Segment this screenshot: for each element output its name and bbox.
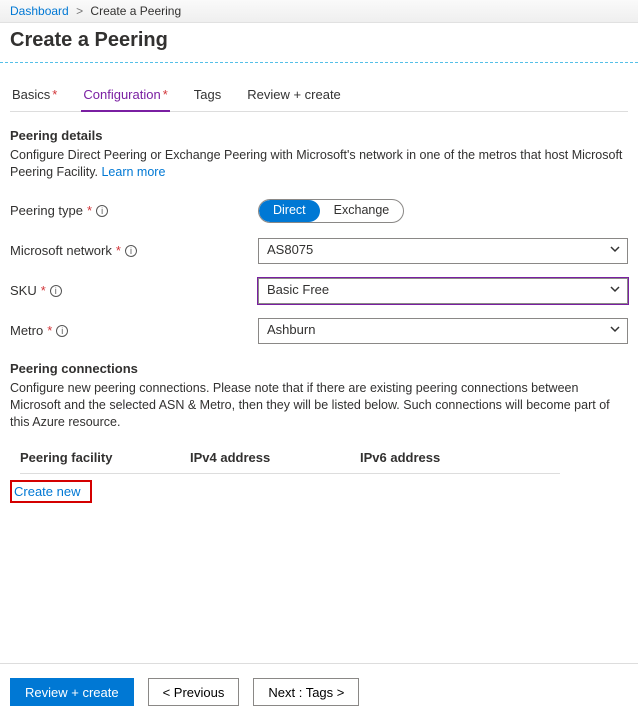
- previous-button[interactable]: < Previous: [148, 678, 240, 706]
- info-icon[interactable]: i: [96, 205, 108, 217]
- breadcrumb: Dashboard > Create a Peering: [0, 0, 638, 23]
- sku-label: SKU: [10, 283, 37, 298]
- breadcrumb-root[interactable]: Dashboard: [10, 4, 69, 18]
- peering-details-desc: Configure Direct Peering or Exchange Pee…: [10, 147, 628, 181]
- connections-heading: Peering connections: [10, 361, 628, 376]
- create-new-link[interactable]: Create new: [14, 484, 80, 499]
- required-indicator: *: [41, 283, 46, 298]
- tab-configuration[interactable]: Configuration*: [81, 81, 169, 112]
- col-facility: Peering facility: [20, 444, 190, 474]
- tab-review-label: Review + create: [247, 87, 341, 102]
- toggle-option-exchange[interactable]: Exchange: [320, 200, 404, 222]
- learn-more-link[interactable]: Learn more: [101, 165, 165, 179]
- info-icon[interactable]: i: [56, 325, 68, 337]
- tab-configuration-label: Configuration: [83, 87, 160, 102]
- col-ipv6: IPv6 address: [360, 444, 560, 474]
- required-indicator: *: [116, 243, 121, 258]
- tab-basics-label: Basics: [12, 87, 50, 102]
- tab-tags[interactable]: Tags: [192, 81, 223, 111]
- ms-network-label: Microsoft network: [10, 243, 112, 258]
- breadcrumb-separator: >: [76, 4, 83, 18]
- connections-desc: Configure new peering connections. Pleas…: [10, 380, 628, 431]
- review-create-button[interactable]: Review + create: [10, 678, 134, 706]
- ms-network-select[interactable]: AS8075: [258, 238, 628, 264]
- connections-table: Peering facility IPv4 address IPv6 addre…: [20, 444, 560, 474]
- metro-value: Ashburn: [258, 318, 628, 344]
- sku-select[interactable]: Basic Free: [258, 278, 628, 304]
- tab-review[interactable]: Review + create: [245, 81, 343, 111]
- create-new-highlight: Create new: [10, 480, 92, 503]
- required-indicator: *: [163, 87, 168, 102]
- toggle-option-direct[interactable]: Direct: [259, 200, 320, 222]
- metro-select[interactable]: Ashburn: [258, 318, 628, 344]
- page-title: Create a Peering: [0, 23, 638, 62]
- peering-details-heading: Peering details: [10, 128, 628, 143]
- tab-basics[interactable]: Basics*: [10, 81, 59, 111]
- info-icon[interactable]: i: [50, 285, 62, 297]
- required-indicator: *: [87, 203, 92, 218]
- tab-tags-label: Tags: [194, 87, 221, 102]
- col-ipv4: IPv4 address: [190, 444, 360, 474]
- required-indicator: *: [47, 323, 52, 338]
- breadcrumb-current: Create a Peering: [90, 4, 181, 18]
- wizard-footer: Review + create < Previous Next : Tags >: [0, 663, 638, 720]
- divider-dashed: [0, 62, 638, 63]
- sku-value: Basic Free: [258, 278, 628, 304]
- next-button[interactable]: Next : Tags >: [253, 678, 359, 706]
- metro-label: Metro: [10, 323, 43, 338]
- required-indicator: *: [52, 87, 57, 102]
- ms-network-value: AS8075: [258, 238, 628, 264]
- peering-type-toggle[interactable]: Direct Exchange: [258, 199, 404, 223]
- peering-type-label: Peering type: [10, 203, 83, 218]
- info-icon[interactable]: i: [125, 245, 137, 257]
- tab-bar: Basics* Configuration* Tags Review + cre…: [10, 81, 628, 112]
